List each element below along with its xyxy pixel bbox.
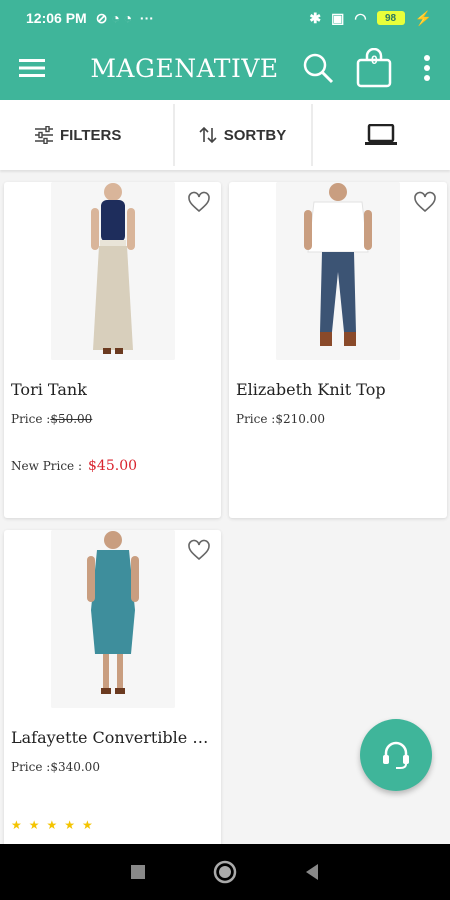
laptop-icon [364,124,397,145]
old-price: $50.00 [50,412,93,426]
sort-icon [199,126,217,144]
product-photo-model [50,182,175,360]
status-icons-left: ⊘ ◔ ◔ ··· [95,9,154,26]
bluetooth-icon: ✱ [309,9,322,26]
product-photo-model [50,530,175,708]
more-options-button[interactable] [404,36,450,100]
product-name[interactable]: Tori Tank [11,380,87,399]
new-price-label: New Price : [11,459,83,473]
sort-label: SORTBY [223,126,287,144]
recents-icon[interactable] [130,864,146,880]
price: $210.00 [275,412,325,426]
cart-count-badge: 0 [370,53,378,67]
sliders-icon [35,126,53,144]
product-name[interactable]: Elizabeth Knit Top [236,380,386,399]
filters-label: FILTERS [60,126,122,144]
price-row: Price :$210.00 [236,412,325,426]
price: $340.00 [50,760,100,774]
price-row: Price :$50.00 [11,412,92,426]
product-name[interactable]: Lafayette Convertible D... [11,728,213,747]
headset-icon [383,741,409,769]
product-card-elizabeth-knit-top[interactable]: Elizabeth Knit Top Price :$210.00 [229,182,447,518]
charging-icon: ⚡ [414,9,432,26]
price-row: Price :$340.00 [11,760,100,774]
product-photo-model [276,182,400,360]
new-price: $45.00 [88,458,138,474]
home-icon[interactable] [213,860,237,884]
more-vertical-icon [424,55,431,81]
sort-button[interactable]: SORTBY [172,100,312,170]
battery-indicator: 98 [376,11,405,25]
heart-icon[interactable] [187,190,211,214]
support-chat-button[interactable] [360,719,432,791]
app-bar: MAGENATIVE 0 [0,36,450,100]
price-label: Price : [11,760,51,774]
menu-button[interactable] [0,36,64,100]
wifi-icon: ◠ [354,9,367,26]
search-icon [303,53,333,84]
back-icon[interactable] [304,863,320,881]
view-toggle-button[interactable] [311,100,450,170]
menu-icon [19,59,46,77]
price-label: Price : [236,412,276,426]
app-title: MAGENATIVE [90,53,279,83]
sim-icon: ▣ [331,9,345,26]
status-time: 12:06 PM [26,10,87,26]
cart-button[interactable]: 0 [349,36,400,100]
rating-stars: ★★★★★ [11,818,100,832]
filters-button[interactable]: FILTERS [0,100,173,170]
system-nav-bar [0,844,450,900]
price-label: Price : [11,412,51,426]
new-price-row: New Price : $45.00 [11,458,137,474]
product-card-tori-tank[interactable]: Tori Tank Price :$50.00 New Price : $45.0… [4,182,221,518]
search-button[interactable] [295,36,341,100]
heart-icon[interactable] [413,190,437,214]
status-bar: 12:06 PM ⊘ ◔ ◔ ··· ✱ ▣ ◠ 98 ⚡ [0,0,450,36]
filter-sort-toolbar: FILTERS SORTBY [0,100,450,170]
heart-icon[interactable] [187,538,211,562]
product-card-lafayette-convertible[interactable]: Lafayette Convertible D... Price :$340.0… [4,530,221,850]
